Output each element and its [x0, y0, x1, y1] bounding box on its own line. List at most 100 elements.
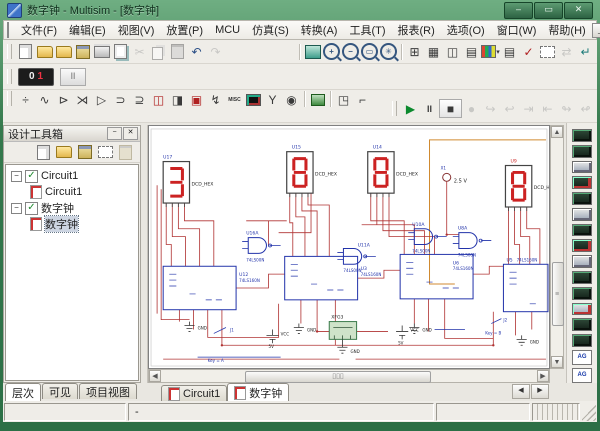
wattmeter-button[interactable]: [572, 161, 592, 174]
zoom-full-button[interactable]: [303, 43, 322, 60]
mixed-components-button[interactable]: ◨: [168, 91, 187, 108]
source-components-button[interactable]: ÷: [16, 91, 35, 108]
tree-leaf-circuit1[interactable]: Circuit1: [6, 184, 138, 200]
postprocessor-button[interactable]: ▤: [500, 43, 519, 60]
restore-button[interactable]: ▭: [534, 2, 563, 19]
electromech-button[interactable]: ◉: [282, 91, 301, 108]
pause-switch-button[interactable]: II: [60, 68, 86, 86]
menu-tools[interactable]: 工具(T): [343, 21, 391, 39]
run-stop-switch[interactable]: 0 1: [18, 68, 54, 86]
vertical-scroll-thumb[interactable]: [552, 262, 564, 327]
document-tab-circuit1[interactable]: Circuit1: [161, 385, 227, 401]
hier-block-button[interactable]: ◳: [334, 91, 353, 108]
analog-components-button[interactable]: ▷: [92, 91, 111, 108]
word-generator-button[interactable]: [572, 239, 592, 252]
menu-view[interactable]: 视图(V): [112, 21, 161, 39]
nand-gate-u10a[interactable]: U10A 74LS00N: [412, 222, 437, 254]
forward-annotate-button[interactable]: ↵: [576, 43, 595, 60]
print-preview-button[interactable]: [111, 43, 130, 60]
checkbox-icon[interactable]: ✓: [25, 170, 38, 183]
ni-components-button[interactable]: [308, 91, 327, 108]
pause-simulation-button[interactable]: II: [420, 100, 439, 117]
nand-gate-u8a[interactable]: U8A 74LS00N: [458, 226, 482, 258]
multimeter-button[interactable]: [572, 129, 592, 142]
record-button[interactable]: ●: [462, 100, 481, 117]
function-generator-xfg3[interactable]: XFG3: [329, 315, 356, 340]
distortion-analyzer-button[interactable]: [572, 303, 592, 316]
new-document-button[interactable]: [37, 145, 50, 160]
open-sample-button[interactable]: [54, 43, 73, 60]
toolbar-grip[interactable]: [7, 69, 12, 84]
tree-leaf-clock[interactable]: 数字钟: [6, 216, 138, 232]
mdi-minimize-button[interactable]: _: [592, 23, 600, 38]
tab-hierarchy[interactable]: 层次: [5, 383, 41, 401]
database-button[interactable]: ◫: [443, 43, 462, 60]
open-button[interactable]: [35, 43, 54, 60]
menu-simulate[interactable]: 仿真(S): [246, 21, 295, 39]
transistor-components-button[interactable]: ⋊: [73, 91, 92, 108]
capture-area-button[interactable]: [538, 43, 557, 60]
collapse-icon[interactable]: −: [11, 171, 22, 182]
menu-mcu[interactable]: MCU: [209, 23, 246, 37]
document-tab-clock[interactable]: 数字钟: [227, 383, 289, 401]
agilent-function-generator-button[interactable]: AG: [572, 350, 592, 365]
undo-button[interactable]: ↶: [187, 43, 206, 60]
horizontal-scrollbar[interactable]: ◀ ▯▯▯ ▶: [148, 369, 550, 383]
peripherals-button[interactable]: [244, 91, 263, 108]
paste-button[interactable]: [168, 43, 187, 60]
seven-segment-display-u15[interactable]: U15 DCD_HEX: [287, 145, 337, 197]
menu-help[interactable]: 帮助(H): [542, 21, 591, 39]
print-button[interactable]: [92, 43, 111, 60]
diode-components-button[interactable]: ⊳: [54, 91, 73, 108]
toolbar-grip[interactable]: [7, 91, 12, 106]
measurement-probe-x1[interactable]: X1 2.5 V: [441, 166, 468, 185]
power-components-button[interactable]: ↯: [206, 91, 225, 108]
toolbar-grip[interactable]: [7, 44, 12, 59]
open-folder-button[interactable]: [56, 146, 72, 158]
cut-button[interactable]: ✂: [130, 43, 149, 60]
ttl-components-button[interactable]: ⊃: [111, 91, 130, 108]
menu-file[interactable]: 文件(F): [15, 21, 63, 39]
indicator-components-button[interactable]: ▣: [187, 91, 206, 108]
menu-place[interactable]: 放置(P): [160, 21, 209, 39]
collapse-icon[interactable]: −: [11, 203, 22, 214]
oscilloscope-button[interactable]: [572, 176, 592, 189]
remove-breakpoints-button[interactable]: ↫: [576, 100, 595, 117]
function-generator-button[interactable]: [572, 145, 592, 158]
grapher-button[interactable]: ▾: [481, 43, 500, 60]
panel-close-button[interactable]: ✕: [123, 127, 138, 140]
menu-reports[interactable]: 报表(R): [392, 21, 441, 39]
tab-visibility[interactable]: 可见: [42, 383, 78, 399]
iv-analyzer-button[interactable]: [572, 287, 592, 300]
spectrum-analyzer-button[interactable]: [572, 318, 592, 331]
network-analyzer-button[interactable]: [572, 334, 592, 347]
zoom-out-button[interactable]: −: [341, 43, 360, 60]
tab-project-view[interactable]: 项目视图: [79, 383, 137, 399]
new-window-button[interactable]: [98, 146, 113, 158]
misc-digital-button[interactable]: ◫: [149, 91, 168, 108]
cmos-components-button[interactable]: ⊇: [130, 91, 149, 108]
menu-transfer[interactable]: 转换(A): [295, 21, 344, 39]
checkbox-icon[interactable]: ✓: [25, 202, 38, 215]
new-button[interactable]: [16, 43, 35, 60]
menu-edit[interactable]: 编辑(E): [63, 21, 112, 39]
switch-j2[interactable]: J2 Key = B: [485, 318, 507, 336]
panel-minimize-button[interactable]: −: [107, 127, 122, 140]
redo-button[interactable]: ↷: [206, 43, 225, 60]
labview-instruments-button[interactable]: AG: [572, 368, 592, 383]
back-annotate-button[interactable]: ⇄: [557, 43, 576, 60]
step-out-button[interactable]: ⇥: [519, 100, 538, 117]
counter-u6[interactable]: U6 74LS160N: [400, 254, 473, 298]
logic-converter-button[interactable]: [572, 271, 592, 284]
tree-node-circuit1[interactable]: − ✓ Circuit1: [6, 168, 138, 184]
close-button[interactable]: ✕: [564, 2, 593, 19]
vertical-scrollbar[interactable]: ▲ ▼: [550, 125, 564, 369]
seven-segment-display-u14[interactable]: U14 DCD_HEX: [368, 145, 418, 197]
erc-button[interactable]: ✓: [519, 43, 538, 60]
nand-gate-u16a[interactable]: U16A 74LS00N: [246, 231, 271, 263]
step-over-button[interactable]: ↩: [500, 100, 519, 117]
toolbar-grip[interactable]: [392, 101, 397, 116]
zoom-area-button[interactable]: ▭: [360, 43, 379, 60]
menu-options[interactable]: 选项(O): [441, 21, 491, 39]
hierarchy-button[interactable]: ⊞: [405, 43, 424, 60]
